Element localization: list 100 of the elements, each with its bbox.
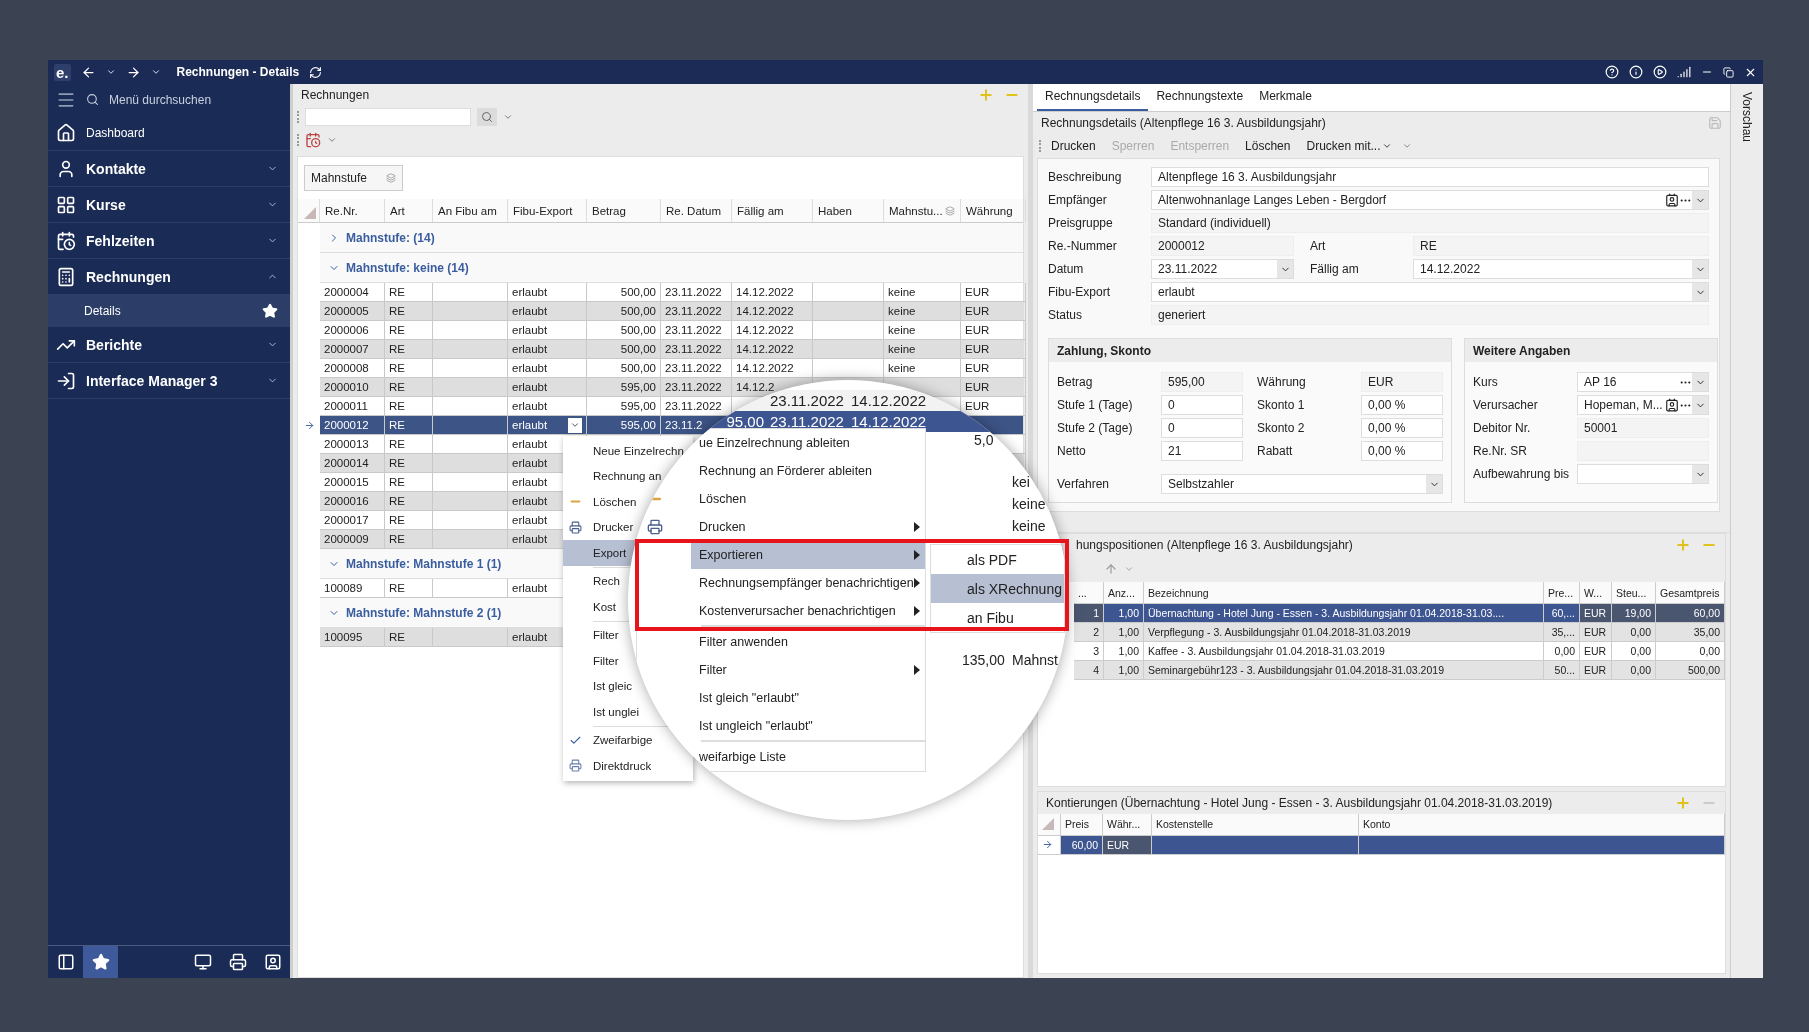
column-header[interactable]: Mahnstu... (884, 199, 961, 222)
input-field[interactable]: 23.11.2022 (1151, 259, 1294, 279)
input-field[interactable]: Hopeman, M... (1577, 395, 1709, 415)
table-cell-text: 95,00 (725, 413, 764, 430)
column-header[interactable]: Fällig am (732, 199, 813, 222)
menu-item[interactable]: Rechnung an Förderer ableiten (691, 457, 925, 485)
menu-item[interactable]: Filter anwenden (691, 628, 925, 656)
field-label: Re.Nr. SR (1473, 444, 1528, 458)
readonly-field: EUR (1361, 372, 1443, 392)
panel-title: hungspositionen (Altenpflege 16 3. Ausbildungsjahr) (1076, 538, 1353, 552)
field-label: Status (1048, 308, 1084, 322)
table-cell: 135,00 (962, 652, 1005, 668)
input-field[interactable]: AP 16 (1577, 372, 1709, 392)
menu-item[interactable]: Löschen (691, 485, 925, 513)
panel-title: Rechnungsdetails (Altenpflege 16 3. Ausbildungsjahr) (1041, 116, 1326, 130)
menu-item[interactable]: Exportieren (691, 541, 925, 569)
column-header[interactable]: ... (1074, 582, 1104, 604)
menu-search-field[interactable]: Menü durchsuchen (109, 92, 212, 107)
panel-title: Rechnungen (301, 88, 370, 102)
table-row[interactable]: 2000005 RE erlaubt 500,00 23.11.2022 14.12.2022 keine EUR (298, 302, 1023, 321)
column-header[interactable]: Gesamtpreis (1656, 582, 1725, 604)
column-header[interactable]: Währ... (1103, 813, 1152, 836)
input-field[interactable]: Altenwohnanlage Langes Leben - Bergdorf (1151, 190, 1709, 210)
column-header[interactable]: An Fibu am (433, 199, 508, 222)
column-header[interactable]: Fibu-Export (508, 199, 587, 222)
table-cell: 60,00 (1656, 604, 1725, 623)
table-cell: 35,... (1544, 623, 1580, 642)
column-header[interactable]: Bezeichnung (1144, 582, 1544, 604)
menu-item[interactable]: Kostenverursacher benachrichtigen (691, 597, 925, 625)
table-cell: RE (385, 628, 433, 647)
input-field[interactable]: 14.12.2022 (1413, 259, 1709, 279)
column-header[interactable]: Pre... (1544, 582, 1580, 604)
field-label: Aufbewahrung bis (1473, 467, 1571, 481)
table-row[interactable]: 2000007 RE erlaubt 500,00 23.11.2022 14.12.2022 keine EUR (298, 340, 1023, 359)
column-header[interactable]: Re.Nr. (320, 199, 385, 222)
input-field[interactable]: 0,00 % (1361, 395, 1443, 415)
input-field[interactable]: erlaubt (1151, 282, 1709, 302)
input-field[interactable]: 0,00 % (1361, 418, 1443, 438)
field-label: Stufe 2 (Tage) (1057, 421, 1134, 435)
nav-item[interactable]: Kurse (48, 187, 290, 223)
table-cell: EUR (1580, 604, 1612, 623)
field-label: Preisgruppe (1048, 216, 1114, 230)
column-header[interactable]: Konto (1359, 813, 1725, 836)
menu-item[interactable]: Rechnungsempfänger benachrichtigen (691, 569, 925, 597)
menu-item[interactable]: als PDF (931, 545, 1064, 574)
group-by-chip[interactable]: Mahnstufe (304, 165, 403, 191)
table-cell: 60,... (1544, 604, 1580, 623)
field-label: Skonto 1 (1257, 398, 1306, 412)
column-header[interactable]: Re. Datum (661, 199, 732, 222)
column-header[interactable]: Betrag (587, 199, 661, 222)
input-field[interactable]: 0 (1161, 395, 1243, 415)
readonly-field: Standard (individuell) (1151, 213, 1709, 233)
field-label: Betrag (1057, 375, 1094, 389)
table-cell: 100095 (320, 628, 385, 647)
table-cell: 19,00 (1612, 604, 1656, 623)
readonly-field: 50001 (1577, 418, 1709, 438)
nav-item[interactable]: Fehlzeiten (48, 223, 290, 259)
nav-item[interactable]: Dashboard (48, 115, 290, 151)
menu-item[interactable]: Ist ungleich "erlaubt" (691, 712, 925, 740)
tab[interactable]: Rechnungstexte (1148, 89, 1252, 111)
readonly-field: 2000012 (1151, 236, 1294, 256)
column-header[interactable]: Währung (961, 199, 1026, 222)
column-header[interactable]: Steu... (1612, 582, 1656, 604)
input-field[interactable]: 21 (1161, 441, 1243, 461)
table-cell: 2 (1074, 623, 1104, 642)
table-cell: 0,00 (1612, 661, 1656, 680)
field-label: Stufe 1 (Tage) (1057, 398, 1134, 412)
field-label: Empfänger (1048, 193, 1108, 207)
toolbar-button[interactable]: Drucken mit... (1300, 139, 1399, 153)
field-label: Debitor Nr. (1473, 421, 1532, 435)
table-cell: Übernachtung - Hotel Jung - Essen - 3. Ausbildungsjahr 01.04.2018-31.03.... (1144, 604, 1544, 623)
column-header[interactable]: Art (385, 199, 433, 222)
menu-item[interactable]: Filter (691, 656, 925, 684)
table-cell: 3 (1074, 642, 1104, 661)
toolbar-button[interactable]: Drucken (1045, 139, 1102, 153)
menu-item[interactable]: Ist gleich "erlaubt" (691, 684, 925, 712)
column-header[interactable]: Preis (1061, 813, 1103, 836)
column-header[interactable]: W... (1580, 582, 1612, 604)
input-field[interactable]: 0,00 % (1361, 441, 1443, 461)
tab[interactable]: Rechnungsdetails (1037, 89, 1149, 111)
menu-item[interactable]: an Fibu (931, 603, 1064, 632)
field-label: Beschreibung (1048, 170, 1123, 184)
column-header[interactable]: Kostenstelle (1152, 813, 1359, 836)
field-label: Währung (1257, 375, 1307, 389)
group-title: Zahlung, Skonto (1049, 339, 1451, 362)
menu-item[interactable]: als XRechnung (931, 574, 1064, 603)
menu-item[interactable]: weifarbige Liste (691, 743, 925, 771)
group-row[interactable]: Mahnstufe: keine (14) (320, 253, 1023, 283)
input-field[interactable]: 0 (1161, 418, 1243, 438)
table-cell: 1,00 (1104, 642, 1144, 661)
nav-subitem[interactable]: Details (48, 295, 290, 327)
column-header[interactable]: Anz... (1104, 582, 1144, 604)
tab[interactable]: Merkmale (1251, 89, 1320, 111)
menu-item[interactable]: Drucken (691, 513, 925, 541)
column-header[interactable]: Haben (813, 199, 884, 222)
input-field[interactable]: Selbstzahler (1161, 474, 1443, 494)
table-cell: keine (1012, 518, 1046, 534)
toolbar-button[interactable]: Löschen (1239, 139, 1297, 153)
input-field[interactable]: Altenpflege 16 3. Ausbildungsjahr (1151, 167, 1709, 187)
group-row[interactable]: Mahnstufe: (14) (320, 223, 1023, 253)
